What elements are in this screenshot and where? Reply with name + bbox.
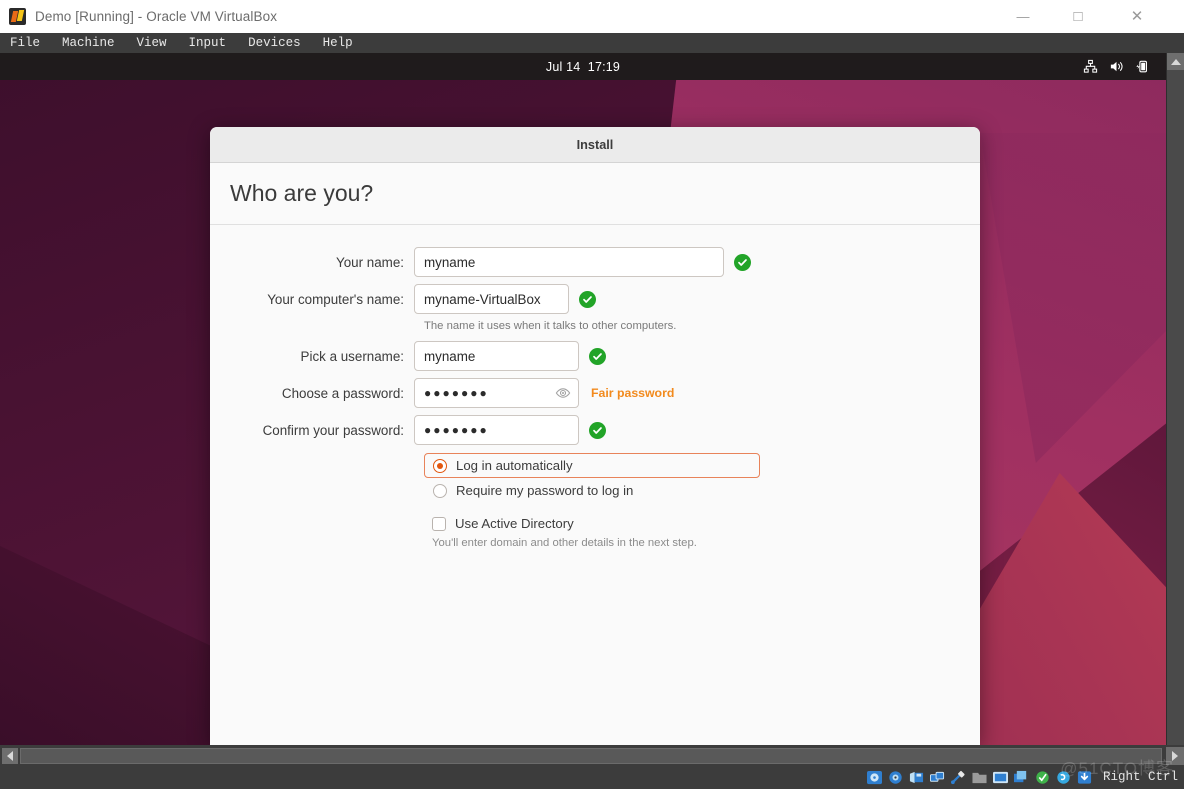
dialog-titlebar: Install: [210, 127, 980, 163]
scroll-track[interactable]: [20, 748, 1162, 764]
ubuntu-top-panel: Jul 14 17:19: [0, 53, 1166, 80]
scroll-left-button[interactable]: [2, 748, 18, 764]
computer-name-input[interactable]: myname-VirtualBox: [414, 284, 569, 314]
field-row-computer-name: Your computer's name: myname-VirtualBox: [210, 284, 980, 314]
valid-check-icon: [589, 347, 606, 365]
battery-icon[interactable]: [1135, 59, 1150, 74]
minimize-button[interactable]: —: [1000, 0, 1046, 33]
panel-clock[interactable]: Jul 14 17:19: [546, 60, 620, 74]
vm-guest-screen: Jul 14 17:19 Install Who are you? Your n…: [0, 53, 1166, 745]
dialog-body: Your name: myname Your computer's name: …: [210, 225, 980, 549]
close-icon: ✕: [1130, 8, 1144, 25]
label-confirm-password: Confirm your password:: [262, 422, 404, 438]
computer-name-hint: The name it uses when it talks to other …: [424, 320, 677, 332]
dialog-title: Install: [576, 137, 614, 152]
close-button[interactable]: ✕: [1114, 0, 1160, 33]
checkbox-label: Use Active Directory: [455, 516, 574, 531]
maximize-button[interactable]: □: [1055, 0, 1101, 33]
vertical-scrollbar[interactable]: [1166, 53, 1184, 745]
password-wrap: ●●●●●●●: [414, 378, 579, 408]
keyboard-icon[interactable]: [1055, 770, 1072, 785]
network-icon[interactable]: [929, 770, 946, 785]
panel-system-tray[interactable]: [1083, 53, 1150, 80]
menu-machine[interactable]: Machine: [62, 36, 115, 50]
login-options: Log in automatically Require my password…: [424, 453, 980, 549]
hard-disk-icon[interactable]: [866, 770, 883, 785]
floppy-disk-icon[interactable]: [908, 770, 925, 785]
window-title: Demo [Running] - Oracle VM VirtualBox: [35, 9, 278, 24]
arrow-right-icon: [1172, 751, 1178, 761]
active-directory-hint: You'll enter domain and other details in…: [432, 537, 697, 549]
install-dialog: Install Who are you? Your name: myname Y…: [210, 127, 980, 745]
radio-log-in-automatically[interactable]: Log in automatically: [424, 453, 760, 478]
host-key-label: Right Ctrl: [1102, 770, 1178, 784]
radio-require-password[interactable]: Require my password to log in: [424, 478, 760, 503]
display-icon[interactable]: [992, 770, 1009, 785]
page-title: Who are you?: [230, 180, 374, 206]
radio-indicator-icon: [433, 483, 447, 498]
arrow-left-icon: [7, 751, 13, 761]
label-computer-name: Your computer's name:: [267, 291, 404, 307]
confirm-password-input[interactable]: ●●●●●●●: [414, 415, 579, 445]
volume-icon[interactable]: [1109, 59, 1124, 74]
checkbox-indicator-icon: [432, 516, 446, 531]
recording-icon[interactable]: [1013, 770, 1030, 785]
label-your-name: Your name:: [336, 254, 404, 270]
checkbox-use-active-directory[interactable]: Use Active Directory: [424, 516, 980, 531]
vbox-menubar: File Machine View Input Devices Help: [0, 33, 1184, 53]
menu-file[interactable]: File: [10, 36, 40, 50]
menu-view[interactable]: View: [137, 36, 167, 50]
vbox-statusbar: Right Ctrl: [0, 765, 1184, 789]
usb-icon[interactable]: [950, 770, 967, 785]
password-strength-text: Fair password: [591, 386, 675, 400]
vbox-titlebar: Demo [Running] - Oracle VM VirtualBox — …: [0, 0, 1184, 33]
host-key-icon[interactable]: [1076, 770, 1093, 785]
scroll-right-button[interactable]: [1166, 747, 1184, 765]
menu-input[interactable]: Input: [189, 36, 227, 50]
menu-help[interactable]: Help: [323, 36, 353, 50]
radio-label: Log in automatically: [456, 458, 573, 473]
valid-check-icon: [589, 421, 606, 439]
label-password: Choose a password:: [281, 385, 404, 401]
dialog-header: Who are you?: [210, 163, 980, 225]
maximize-icon: □: [1073, 8, 1083, 25]
radio-label: Require my password to log in: [456, 483, 634, 498]
scroll-up-button[interactable]: [1167, 53, 1184, 70]
eye-icon[interactable]: [555, 385, 571, 401]
menu-devices[interactable]: Devices: [248, 36, 301, 50]
field-row-username: Pick a username: myname: [210, 341, 980, 371]
arrow-up-icon: [1171, 58, 1181, 65]
field-row-password: Choose a password: ●●●●●●● Fair password: [210, 378, 980, 408]
radio-indicator-icon: [433, 458, 447, 473]
mouse-integration-icon[interactable]: [1034, 770, 1051, 785]
username-input[interactable]: myname: [414, 341, 579, 371]
shared-folder-icon[interactable]: [971, 770, 988, 785]
field-row-confirm-password: Confirm your password: ●●●●●●●: [210, 415, 980, 445]
label-username: Pick a username:: [300, 348, 404, 364]
minimize-icon: —: [1016, 9, 1030, 24]
virtualbox-icon: [9, 8, 26, 25]
virtualbox-window: Demo [Running] - Oracle VM VirtualBox — …: [0, 0, 1184, 789]
network-icon[interactable]: [1083, 59, 1098, 74]
your-name-input[interactable]: myname: [414, 247, 724, 277]
valid-check-icon: [579, 290, 596, 308]
valid-check-icon: [734, 253, 751, 271]
horizontal-scrollbar[interactable]: [0, 747, 1166, 765]
field-row-your-name: Your name: myname: [210, 247, 980, 277]
optical-disk-icon[interactable]: [887, 770, 904, 785]
